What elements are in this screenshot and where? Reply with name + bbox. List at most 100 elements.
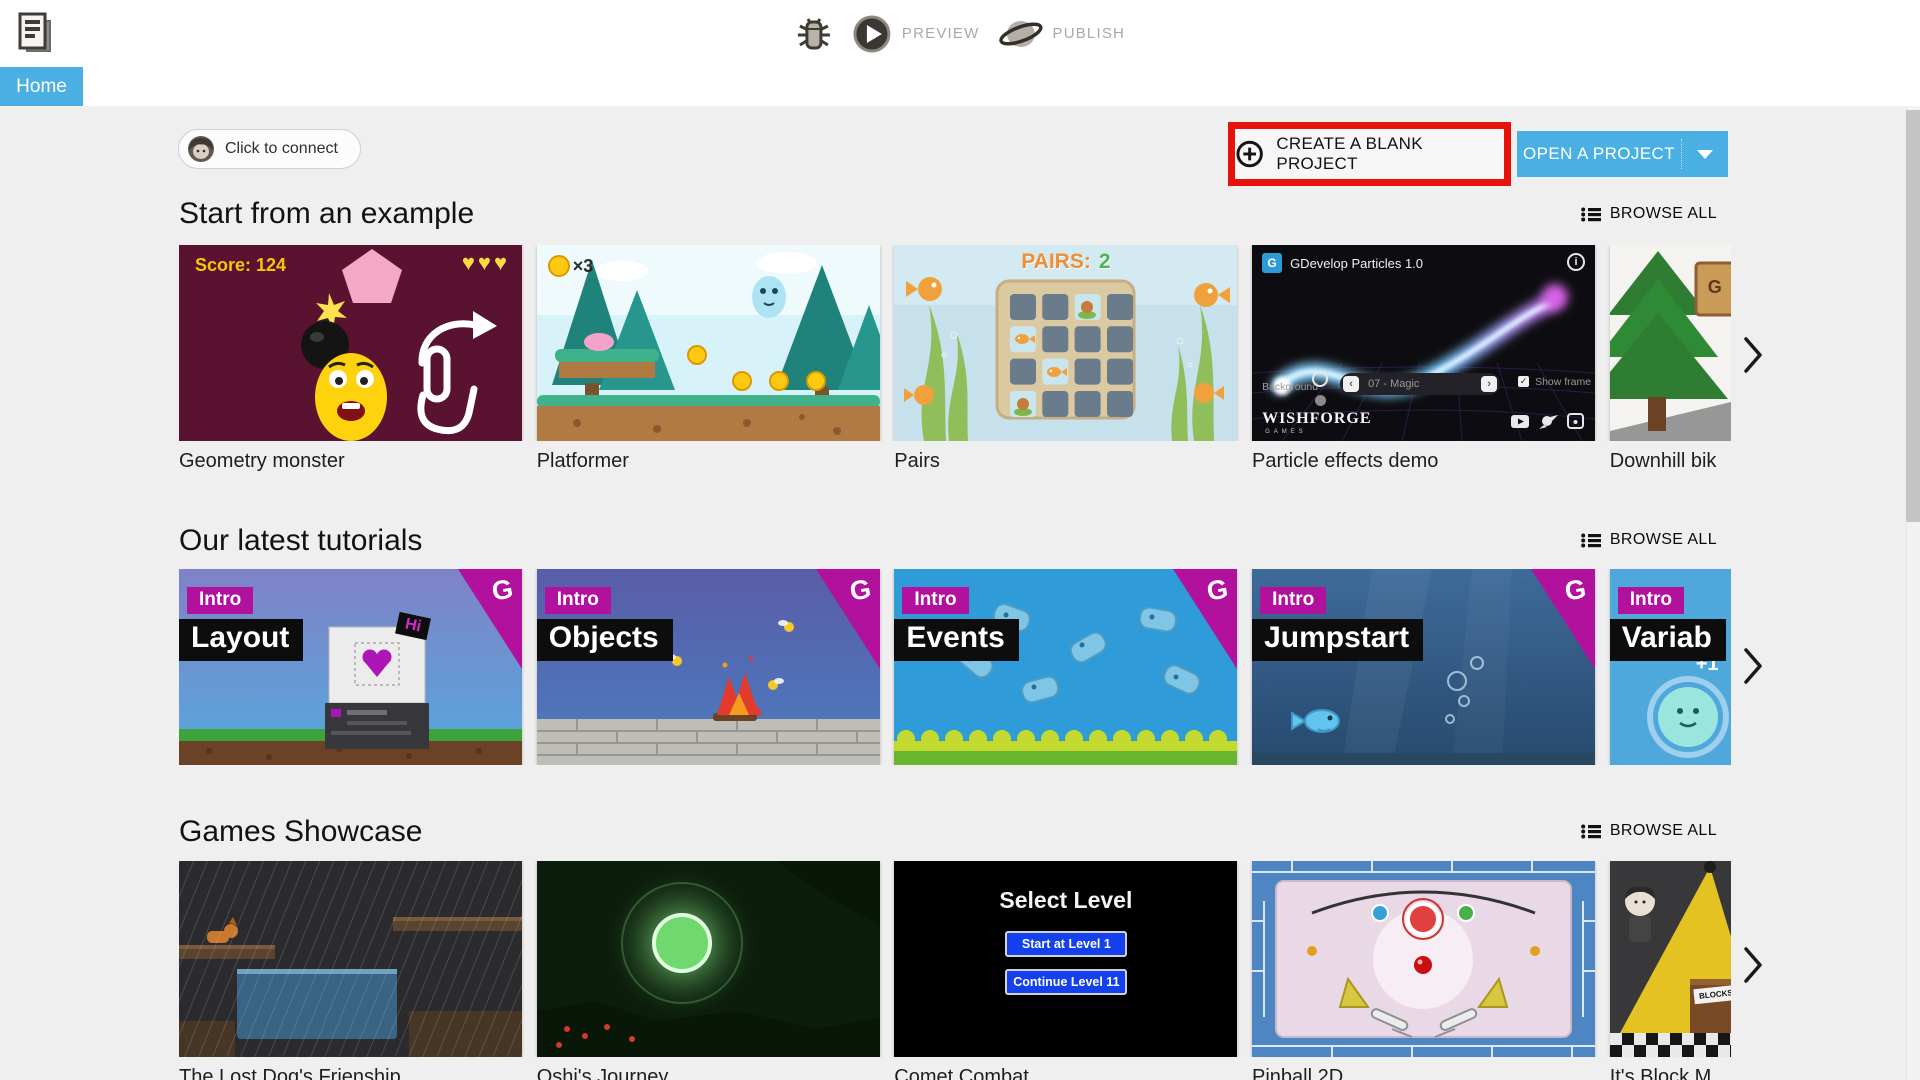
showcase-card-blocks[interactable]: BLOCKS (1609, 861, 1731, 1057)
preview-button[interactable]: PREVIEW (851, 13, 980, 55)
showcase-row: Select Level Start at Level 1 Continue L… (179, 861, 1731, 1057)
topic-chip: Jumpstart (1252, 619, 1424, 661)
example-card-geometry-monster[interactable]: Score: 124 ♥♥♥ (179, 245, 522, 441)
examples-row: Score: 124 ♥♥♥ ×3 PAIRS: 2 G GDevelop Pa… (179, 245, 1731, 441)
show-frame-label: Show frame (1535, 376, 1592, 388)
top-toolbar: PREVIEW PUBLISH (0, 0, 1920, 67)
tutorial-card-jumpstart[interactable]: G Intro Jumpstart (1252, 569, 1596, 765)
debug-button[interactable] (795, 14, 833, 54)
rain-overlay (179, 861, 522, 1057)
demo-header: G GDevelop Particles 1.0 (1262, 253, 1423, 273)
tutorial-card-objects[interactable]: G Intro Objects (536, 569, 880, 765)
continue-level-button: Continue Level 11 (1005, 969, 1128, 995)
list-icon (1581, 533, 1601, 547)
tutorials-scroll-right-button[interactable] (1740, 646, 1766, 686)
card-title: The Lost Dog's Frienship (179, 1066, 401, 1080)
intro-chip: Intro (902, 587, 969, 614)
tutorials-row: Hi G Intro Layout G Intro Objects G Intr… (179, 569, 1731, 765)
chevron-right-icon (1744, 947, 1762, 983)
create-blank-project-button[interactable]: CREATE A BLANK PROJECT (1235, 129, 1504, 179)
highlight-box: CREATE A BLANK PROJECT (1228, 122, 1511, 186)
card-title: Downhill bik (1609, 450, 1717, 472)
showcase-browse-all-button[interactable]: BROWSE ALL (1581, 822, 1717, 840)
topic-chip: Variab (1609, 619, 1726, 661)
intro-chip: Intro (544, 587, 611, 614)
tab-home[interactable]: Home (0, 67, 83, 106)
topic-chip: Objects (536, 619, 673, 661)
examples-titles: Geometry monster Platformer Pairs Partic… (179, 450, 1731, 480)
coin-count-text: ×3 (572, 256, 594, 276)
tutorial-card-events[interactable]: G Intro Events (894, 569, 1238, 765)
debug-icon (797, 17, 830, 49)
browse-all-label: BROWSE ALL (1609, 205, 1717, 222)
chevron-down-icon (1697, 149, 1713, 159)
tab-bar: Home (0, 67, 1920, 106)
select-level-title: Select Level (999, 887, 1133, 913)
example-card-pairs[interactable]: PAIRS: 2 (894, 245, 1238, 441)
list-icon (1581, 824, 1601, 838)
intro-chip: Intro (1617, 587, 1684, 614)
project-manager-button[interactable] (16, 11, 56, 57)
card-title: It's Block M (1609, 1066, 1712, 1080)
open-project-label: OPEN A PROJECT (1522, 144, 1676, 163)
pinball-art (1252, 861, 1596, 1057)
chevron-right-icon (1744, 648, 1762, 684)
downhill-bike-art (1609, 245, 1731, 441)
preset-next-button: › (1481, 376, 1498, 392)
score-text: Score: 124 (195, 255, 287, 275)
showcase-scroll-right-button[interactable] (1740, 945, 1766, 985)
publish-label: PUBLISH (1052, 25, 1126, 42)
card-title: Pinball 2D (1252, 1066, 1344, 1080)
example-card-downhill-bike[interactable]: G (1609, 245, 1731, 441)
social-icons (1511, 413, 1585, 429)
showcase-card-pinball[interactable] (1252, 861, 1596, 1057)
intro-chip: Intro (187, 587, 254, 614)
oshi-journey-art (536, 861, 880, 1057)
preset-selector: ‹ 07 - Magic › (1340, 373, 1501, 395)
topic-chip: Layout (179, 619, 304, 661)
connect-label: Click to connect (225, 140, 338, 157)
sign-text: G (1707, 277, 1722, 297)
background-label: Background (1262, 381, 1319, 393)
background-knob-fill (1315, 395, 1327, 406)
scrollbar-thumb[interactable] (1906, 110, 1920, 522)
wishforge-brand-sub: GAMES (1265, 429, 1307, 435)
card-title: Comet Combat (894, 1066, 1029, 1080)
avatar-icon (188, 136, 214, 162)
tutorial-card-variables[interactable]: +1 G Intro Variab (1609, 569, 1731, 765)
show-frame-checkbox: ✓ (1518, 376, 1530, 387)
browse-all-label: BROWSE ALL (1609, 531, 1717, 548)
plus-circle-icon (1236, 140, 1263, 168)
card-title: Pairs (894, 450, 940, 472)
showcase-card-oshi[interactable] (536, 861, 880, 1057)
tutorials-browse-all-button[interactable]: BROWSE ALL (1581, 531, 1717, 549)
info-icon: i (1567, 253, 1586, 271)
examples-scroll-right-button[interactable] (1740, 335, 1766, 375)
showcase-titles: The Lost Dog's Frienship Oshi's Journey … (179, 1066, 1731, 1080)
project-manager-icon (18, 12, 51, 52)
publish-button[interactable]: PUBLISH (997, 14, 1125, 54)
showcase-card-lost-dog[interactable] (179, 861, 522, 1057)
topic-chip: Events (894, 619, 1019, 661)
card-title: Particle effects demo (1252, 450, 1439, 472)
card-title: Geometry monster (179, 450, 345, 472)
chevron-right-icon (1744, 337, 1762, 373)
card-title: Oshi's Journey (536, 1066, 669, 1080)
browse-all-label: BROWSE ALL (1609, 822, 1717, 839)
showcase-card-comet-combat[interactable]: Select Level Start at Level 1 Continue L… (894, 861, 1238, 1057)
tutorials-section-title: Our latest tutorials (179, 524, 423, 557)
demo-title: GDevelop Particles 1.0 (1290, 255, 1424, 271)
tutorial-card-layout[interactable]: Hi G Intro Layout (179, 569, 522, 765)
example-card-particle-effects[interactable]: G GDevelop Particles 1.0 i Background ‹ … (1252, 245, 1596, 441)
preset-name: 07 - Magic (1368, 378, 1420, 390)
example-card-platformer[interactable]: ×3 (536, 245, 880, 441)
examples-browse-all-button[interactable]: BROWSE ALL (1581, 205, 1717, 223)
open-project-dropdown[interactable] (1682, 131, 1728, 177)
start-level-button: Start at Level 1 (1005, 931, 1128, 957)
gdevelop-logo-icon: G (1262, 253, 1283, 273)
open-project-button[interactable]: OPEN A PROJECT (1517, 131, 1728, 177)
publish-planet-icon (998, 20, 1043, 47)
pairs-count: 2 (1098, 250, 1111, 273)
intro-chip: Intro (1260, 587, 1327, 614)
connect-button[interactable]: Click to connect (178, 129, 361, 169)
